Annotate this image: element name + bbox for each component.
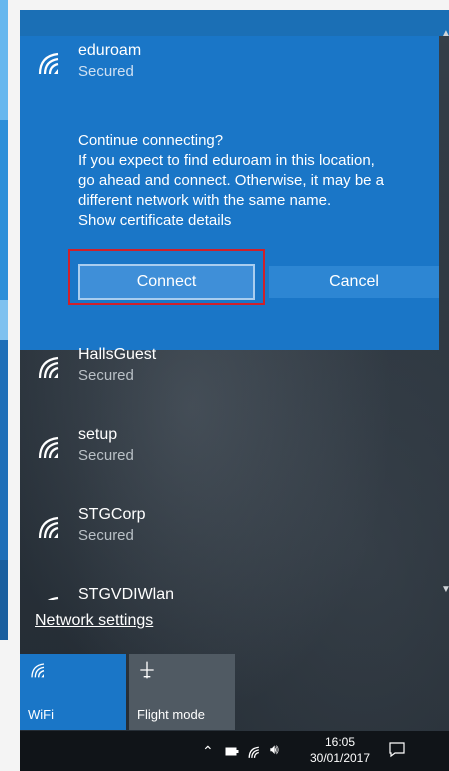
taskbar: ⌃ 🔊︎ 16:05 30/01/2017: [20, 731, 449, 771]
network-item-stgcorp[interactable]: STGCorp Secured: [20, 500, 439, 580]
chevron-up-icon[interactable]: ⌃: [202, 743, 214, 760]
network-status: Secured: [78, 527, 134, 544]
action-center-icon[interactable]: [389, 742, 405, 758]
wifi-signal-icon: [38, 356, 59, 379]
cancel-button[interactable]: Cancel: [269, 266, 439, 298]
network-status: Secured: [78, 367, 134, 384]
network-name: STGVDIWlan: [78, 586, 175, 600]
desktop-slice: [0, 300, 8, 340]
desktop-slice: [0, 120, 8, 300]
network-flyout: eduroam Secured Continue connecting? If …: [20, 10, 449, 731]
flight-mode-quick-action[interactable]: Flight mode: [129, 654, 235, 730]
network-name: HallsGuest: [78, 346, 157, 363]
desktop-slice: [0, 560, 8, 640]
clock-time[interactable]: 16:05: [312, 735, 368, 749]
volume-icon[interactable]: 🔊︎: [270, 741, 279, 758]
flyout-top-strip: [20, 10, 449, 36]
airplane-icon: [140, 661, 154, 679]
wifi-icon: [31, 663, 45, 678]
wifi-tile-label: WiFi: [28, 707, 54, 722]
network-item-hallsguest[interactable]: HallsGuest Secured: [20, 340, 439, 420]
desktop-slice: [0, 0, 8, 120]
network-status: Secured: [78, 447, 134, 464]
network-list-clip: STGVDIWlan: [20, 570, 439, 600]
network-item-eduroam[interactable]: eduroam Secured: [20, 36, 439, 116]
network-name: STGCorp: [78, 506, 146, 523]
network-item-stgvdiwlan[interactable]: STGVDIWlan: [20, 580, 439, 600]
prompt-line: go ahead and connect. Otherwise, it may …: [78, 172, 385, 189]
network-list-scrollbar[interactable]: [439, 36, 449, 600]
scroll-up-icon[interactable]: ▲: [441, 28, 449, 39]
prompt-line: different network with the same name.: [78, 192, 332, 209]
connect-prompt: Continue connecting? If you expect to fi…: [78, 131, 438, 231]
wifi-icon[interactable]: [246, 744, 262, 760]
network-item-setup[interactable]: setup Secured: [20, 420, 439, 500]
network-name: eduroam: [78, 42, 142, 59]
prompt-title: Continue connecting?: [78, 132, 224, 149]
network-settings-link[interactable]: Network settings: [35, 612, 153, 630]
scroll-down-icon[interactable]: ▼: [441, 584, 449, 595]
network-name: setup: [78, 426, 118, 443]
wifi-quick-action[interactable]: WiFi: [20, 654, 126, 730]
wifi-signal-icon: [47, 596, 59, 600]
wifi-signal-icon: [38, 436, 59, 459]
flight-tile-label: Flight mode: [137, 707, 205, 722]
network-status: Secured: [78, 63, 134, 80]
highlight-box: [68, 249, 265, 305]
wifi-signal-icon: [38, 516, 59, 539]
prompt-line: If you expect to find eduroam in this lo…: [78, 152, 375, 169]
battery-icon[interactable]: [225, 747, 239, 757]
show-certificate-link[interactable]: Show certificate details: [78, 211, 438, 231]
desktop-slice: [0, 340, 8, 560]
clock-date[interactable]: 30/01/2017: [305, 751, 375, 765]
wifi-signal-icon: [38, 52, 59, 75]
desktop-edge: [0, 0, 20, 771]
